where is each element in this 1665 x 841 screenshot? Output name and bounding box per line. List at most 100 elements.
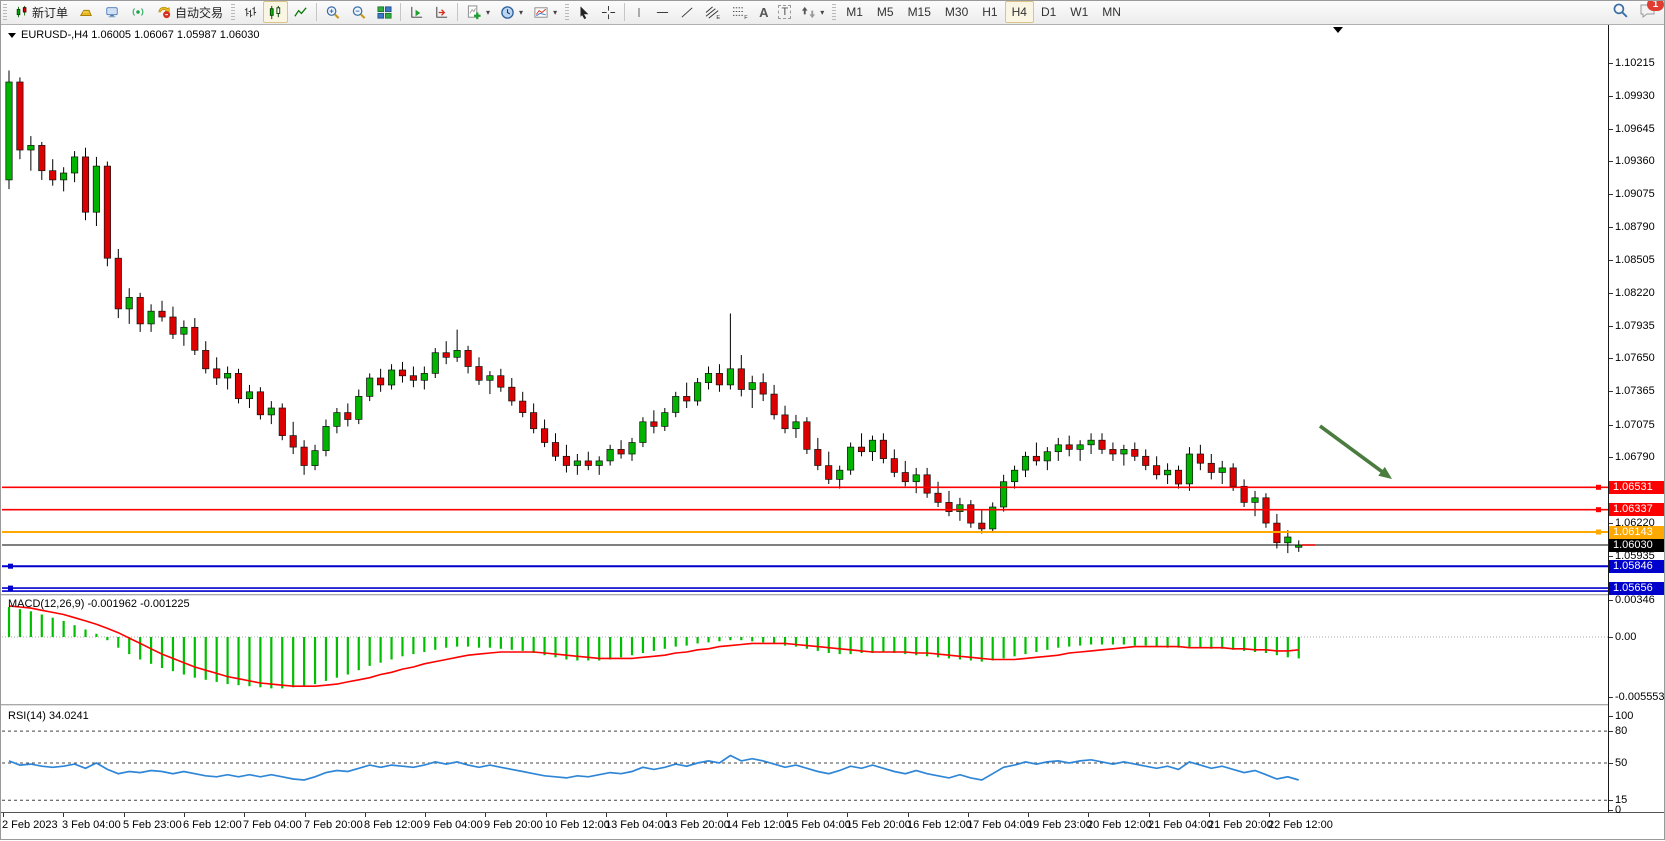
timeframe-h4[interactable]: H4 — [1005, 1, 1034, 23]
signal-button[interactable] — [125, 1, 151, 23]
chevron-down-icon[interactable]: ▾ — [486, 8, 490, 17]
time-tick-label: 10 Feb 12:00 — [545, 819, 610, 831]
price-line-badge: 1.05846 — [1609, 560, 1665, 573]
timeframe-m15[interactable]: M15 — [901, 1, 938, 23]
price-tick — [1609, 129, 1613, 130]
timeframe-m5[interactable]: M5 — [870, 1, 901, 23]
time-tick-label: 21 Feb 04:00 — [1148, 819, 1213, 831]
timeframe-w1[interactable]: W1 — [1063, 1, 1095, 23]
search-icon[interactable] — [1612, 2, 1629, 22]
gold-button[interactable] — [73, 1, 99, 23]
time-tick — [908, 813, 909, 817]
macd-tick — [1609, 697, 1613, 698]
price-tick-label: 1.07075 — [1615, 419, 1655, 431]
timeframe-m1[interactable]: M1 — [839, 1, 870, 23]
chevron-down-icon[interactable]: ▾ — [519, 8, 523, 17]
rsi-tick-label: 80 — [1615, 725, 1627, 737]
chart-shift-button[interactable] — [429, 1, 454, 23]
rsi-tick — [1609, 810, 1613, 811]
chart-title: EURUSD-,H4 1.06005 1.06067 1.05987 1.060… — [21, 29, 260, 41]
chart-bars-button[interactable] — [238, 1, 263, 23]
time-tick-label: 6 Feb 12:00 — [183, 819, 242, 831]
chevron-down-icon[interactable]: ▾ — [820, 8, 824, 17]
price-tick — [1609, 457, 1613, 458]
time-tick — [847, 813, 848, 817]
new-order-icon — [15, 5, 29, 19]
text-label-icon: T — [778, 5, 791, 19]
main-price-chart[interactable] — [2, 24, 1608, 594]
new-order-button[interactable]: 新订单 — [10, 1, 73, 23]
price-tick — [1609, 425, 1613, 426]
rsi-tick — [1609, 763, 1613, 764]
collapse-panel-icon[interactable] — [8, 33, 16, 38]
period-button[interactable]: ▾ — [495, 1, 528, 23]
add-indicator-button[interactable]: ▾ — [461, 1, 495, 23]
chart-title-bar[interactable]: EURUSD-,H4 1.06005 1.06067 1.05987 1.060… — [8, 29, 260, 41]
chart-candles-button[interactable] — [263, 1, 288, 23]
object-anchor-icon[interactable] — [1333, 27, 1343, 33]
price-tick-label: 1.09360 — [1615, 155, 1655, 167]
pane-separator[interactable] — [0, 704, 1608, 706]
toolbar-grip[interactable] — [565, 4, 569, 20]
macd-indicator-pane[interactable] — [2, 596, 1608, 704]
timeframe-h1[interactable]: H1 — [975, 1, 1004, 23]
time-tick-label: 13 Feb 04:00 — [605, 819, 670, 831]
text-tool-button[interactable]: A — [754, 1, 773, 23]
terminal-button[interactable] — [99, 1, 125, 23]
horizontal-line-icon — [655, 5, 670, 20]
template-button[interactable]: ▾ — [528, 1, 562, 23]
text-label-tool-button[interactable]: T — [773, 1, 796, 23]
fibonacci-button[interactable]: F — [727, 1, 754, 23]
trendline-button[interactable] — [675, 1, 700, 23]
timeframe-d1[interactable]: D1 — [1034, 1, 1063, 23]
price-tick — [1609, 96, 1613, 97]
rsi-indicator-pane[interactable] — [2, 706, 1608, 812]
time-tick-label: 16 Feb 12:00 — [907, 819, 972, 831]
pane-separator[interactable] — [0, 594, 1608, 596]
auto-scroll-button[interactable] — [404, 1, 429, 23]
horizontal-line-button[interactable] — [650, 1, 675, 23]
toolbar-separator — [400, 3, 401, 21]
notifications-button[interactable]: 1 — [1639, 3, 1657, 22]
toolbar-grip[interactable] — [3, 4, 7, 20]
price-axis[interactable]: 1.102151.099301.096451.093601.090751.087… — [1608, 24, 1665, 812]
time-tick-label: 21 Feb 20:00 — [1208, 819, 1273, 831]
shapes-button[interactable]: ▾ — [796, 1, 829, 23]
toolbar-right: 1 — [1612, 2, 1657, 22]
auto-scroll-icon — [409, 5, 424, 20]
auto-trade-button[interactable]: 自动交易 — [151, 1, 228, 23]
line-chart-icon — [293, 5, 308, 20]
terminal-icon — [104, 5, 120, 19]
toolbar-grip[interactable] — [231, 4, 235, 20]
price-tick-label: 1.09645 — [1615, 123, 1655, 135]
auto-trade-label: 自动交易 — [175, 4, 223, 21]
time-axis[interactable]: 2 Feb 20233 Feb 04:005 Feb 23:006 Feb 12… — [0, 812, 1665, 841]
price-tick — [1609, 358, 1613, 359]
toolbar-grip[interactable] — [832, 4, 836, 20]
cursor-icon — [577, 5, 591, 20]
time-tick-label: 14 Feb 12:00 — [726, 819, 791, 831]
signal-icon — [130, 5, 146, 19]
timeframe-mn[interactable]: MN — [1095, 1, 1128, 23]
time-tick — [365, 813, 366, 817]
chevron-down-icon[interactable]: ▾ — [553, 8, 557, 17]
chart-line-button[interactable] — [288, 1, 313, 23]
zoom-out-button[interactable] — [346, 1, 372, 23]
cursor-button[interactable] — [572, 1, 596, 23]
candlestick-chart-icon — [268, 5, 283, 20]
time-tick — [787, 813, 788, 817]
equidistant-channel-button[interactable]: E — [700, 1, 727, 23]
time-tick — [1269, 813, 1270, 817]
auto-trade-icon — [156, 5, 172, 19]
crosshair-button[interactable] — [596, 1, 621, 23]
timeframe-m30[interactable]: M30 — [938, 1, 975, 23]
time-tick — [3, 813, 4, 817]
vertical-line-button[interactable] — [628, 1, 650, 23]
svg-text:E: E — [716, 15, 720, 20]
zoom-in-icon — [325, 5, 341, 20]
rsi-tick-label: 50 — [1615, 757, 1627, 769]
time-tick-label: 3 Feb 04:00 — [62, 819, 121, 831]
zoom-in-button[interactable] — [320, 1, 346, 23]
tile-windows-button[interactable] — [372, 1, 397, 23]
trendline-icon — [680, 5, 695, 20]
